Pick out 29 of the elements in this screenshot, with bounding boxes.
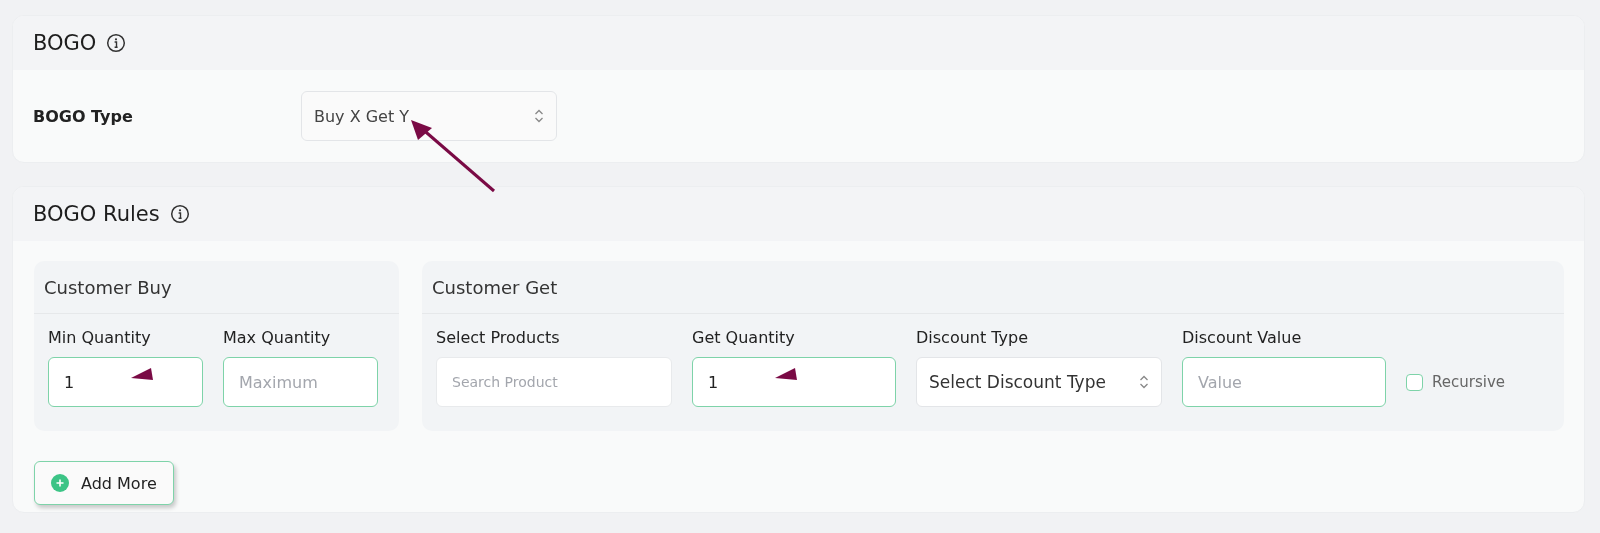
field-label: Max Quantity <box>223 328 332 347</box>
chevron-updown-icon <box>1139 374 1149 390</box>
input-field[interactable]: 1 <box>48 357 203 407</box>
chevron-updown-icon <box>534 108 544 124</box>
field-label: Discount Type <box>916 328 1030 347</box>
discount-type-select[interactable]: Select Discount Type <box>916 357 1162 407</box>
input-field[interactable]: Value <box>1182 357 1386 407</box>
pointer-mark-icon <box>775 368 797 380</box>
search-field[interactable]: Search Product <box>436 357 672 407</box>
info-icon <box>169 204 190 224</box>
group-title: Customer Get <box>432 276 558 298</box>
info-icon <box>106 33 127 53</box>
add-more-button[interactable]: Add More <box>34 461 174 505</box>
field-label: Discount Value <box>1182 328 1303 347</box>
field-label: Select Products <box>436 328 561 347</box>
input-field[interactable]: 1 <box>692 357 896 407</box>
plus-icon <box>51 474 69 492</box>
pointer-mark-icon <box>131 368 153 380</box>
field-label: Min Quantity <box>48 328 152 347</box>
input-field[interactable]: Maximum <box>223 357 378 407</box>
select-value: Select Discount Type <box>929 372 1106 392</box>
section-title: BOGO Rules <box>33 202 160 226</box>
section-title: BOGO <box>33 31 97 55</box>
select-value: Buy X Get Y <box>314 106 410 126</box>
field-label: Get Quantity <box>692 328 796 347</box>
group-title: Customer Buy <box>44 276 172 298</box>
bogo-type-select[interactable]: Buy X Get Y <box>301 91 557 141</box>
recursive-checkbox[interactable]: Recursive <box>1406 357 1505 407</box>
field-label: BOGO Type <box>33 106 134 126</box>
